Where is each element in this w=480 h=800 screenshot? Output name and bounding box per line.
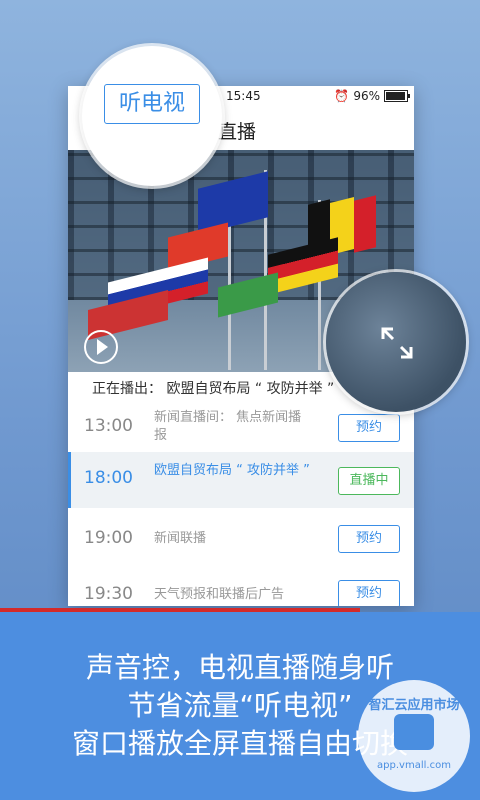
reserve-button[interactable]: 预约 <box>338 414 400 442</box>
page-title: 直播 <box>218 121 257 143</box>
program-title: 天气预报和联播后广告 <box>154 587 285 602</box>
watermark-url: app.vmall.com <box>377 760 451 771</box>
play-button[interactable] <box>84 330 118 364</box>
program-time: 19:00 <box>84 528 133 548</box>
fullscreen-magnifier <box>326 272 466 412</box>
fullscreen-icon[interactable] <box>380 326 414 360</box>
battery-icon <box>384 90 410 102</box>
program-title: 新闻直播间： 焦点新闻播报 <box>154 410 302 443</box>
tv-button-magnifier: 听电视 <box>82 46 222 186</box>
alarm-icon: ⏰ <box>334 89 350 103</box>
schedule-row: 13:00 新闻直播间： 焦点新闻播报 预约 <box>68 402 414 453</box>
reserve-button[interactable]: 预约 <box>338 580 400 606</box>
program-time: 13:00 <box>84 416 133 436</box>
live-now-button[interactable]: 直播中 <box>338 467 400 495</box>
flag-red <box>354 195 376 253</box>
program-time: 19:30 <box>84 584 133 604</box>
reserve-button[interactable]: 预约 <box>338 525 400 553</box>
program-title: 欧盟自贸布局 “ 攻防并举 ” <box>154 463 310 478</box>
listen-tv-button[interactable]: 听电视 <box>104 84 200 124</box>
status-icons: ⏰ 96% <box>334 89 410 103</box>
program-time: 18:00 <box>84 468 133 488</box>
schedule-row: 19:00 新闻联播 预约 <box>68 508 414 567</box>
now-playing-text: 正在播出： 欧盟自贸布局 “ 攻防并举 ” <box>92 381 335 397</box>
shopping-bag-icon <box>394 714 434 750</box>
app-store-watermark: 智汇云应用市场 app.vmall.com <box>358 680 470 792</box>
program-title: 新闻联播 <box>154 531 207 546</box>
watermark-name: 智汇云应用市场 <box>368 698 460 713</box>
battery-percent: 96% <box>353 89 380 103</box>
status-time: 15:45 <box>226 89 261 103</box>
schedule-row: 19:30 天气预报和联播后广告 预约 <box>68 566 414 606</box>
schedule-row-live: 18:00 欧盟自贸布局 “ 攻防并举 ” 直播中 <box>68 452 414 509</box>
